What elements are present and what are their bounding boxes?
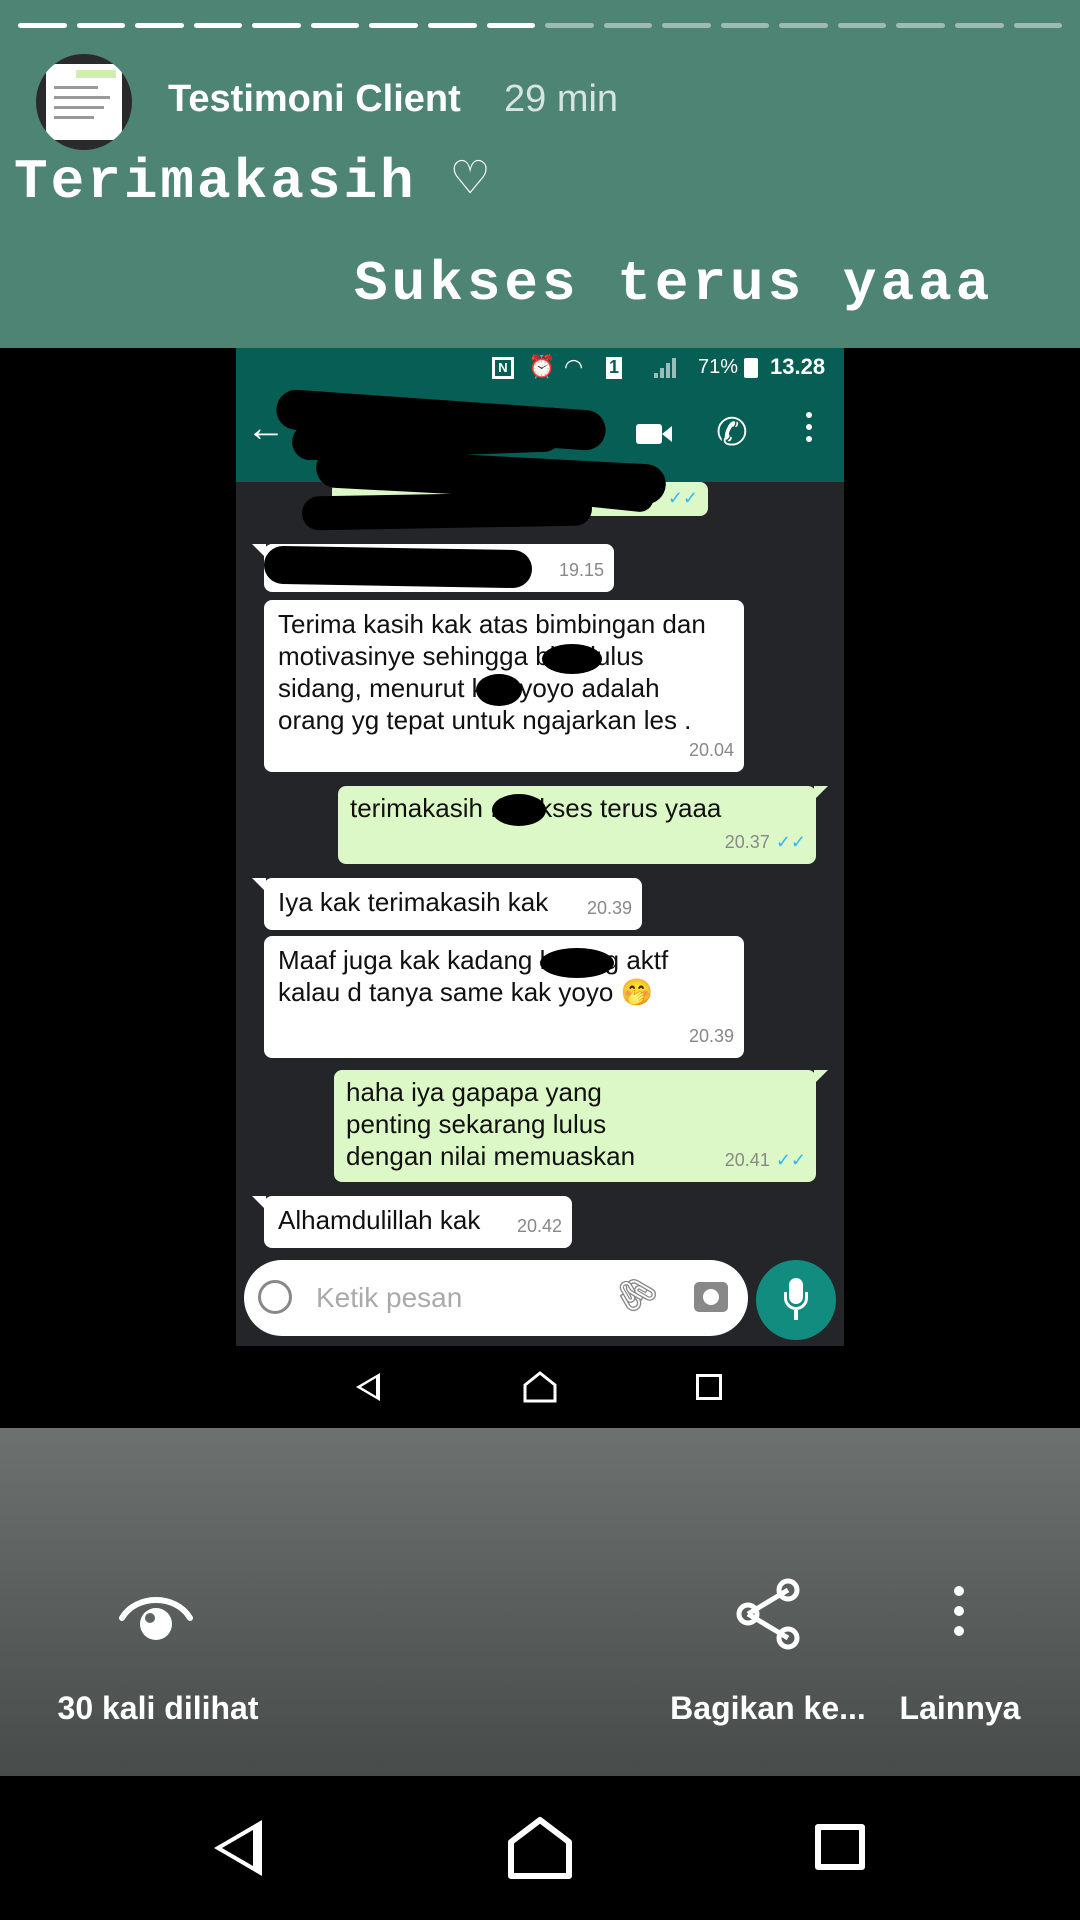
story-progress-segment: [662, 23, 711, 28]
message-time: 20.04: [688, 740, 734, 760]
nav-recents-button[interactable]: [805, 1812, 875, 1882]
chat-bubble-in: Maaf juga kak kadang kurang aktf kalau d…: [264, 936, 744, 1058]
redaction-scribble: [263, 545, 533, 589]
story-account-name[interactable]: Testimoni Client: [168, 78, 461, 121]
message-time: 20.39: [586, 898, 632, 918]
story-footer: 30 kali dilihat Bagikan ke... Lainnya: [0, 1428, 1080, 1776]
message-time: 20.39: [688, 1026, 734, 1046]
story-progress-segment: [252, 23, 301, 28]
read-ticks-icon: ✓✓: [775, 1150, 806, 1170]
story-progress-segment: [193, 23, 243, 28]
story-progress-segment: [896, 23, 945, 28]
views-count-label[interactable]: 30 kali dilihat: [40, 1690, 276, 1727]
nav-home-button[interactable]: [505, 1812, 575, 1882]
microphone-icon: [756, 1260, 836, 1340]
chat-bubble-out: terimakasih .. sukses terus yaaa 20.37✓✓: [338, 786, 828, 864]
nav-back-button[interactable]: [206, 1812, 276, 1882]
story-progress-segment: [486, 23, 536, 28]
message-input-bar: Ketik pesan 🖇: [244, 1260, 748, 1336]
home-icon: [508, 1817, 572, 1879]
phone-icon: ✆: [716, 412, 748, 454]
message-time: 20.42: [516, 1216, 562, 1236]
screenshot-status-bar: N ⏰ ◠ 1 71% 13.28: [236, 348, 844, 388]
redaction-blob: [542, 644, 602, 674]
chat-bubble-in: Terima kasih kak atas bimbingan dan moti…: [264, 600, 744, 772]
status-time: 13.28: [770, 354, 826, 379]
redaction-blob: [492, 794, 546, 826]
story-progress-segment: [545, 23, 594, 28]
message-text: Terima kasih kak atas bimbingan dan moti…: [278, 609, 706, 735]
recent-apps-icon: [815, 1824, 865, 1870]
message-time: 20.41: [724, 1150, 770, 1170]
menu-dots-icon: [806, 412, 812, 446]
chat-screenshot: N ⏰ ◠ 1 71% 13.28 ← ✆ ✓✓ 19.15 Terima ka…: [236, 348, 844, 1346]
story-time: 29 min: [504, 78, 619, 120]
emoji-icon: [258, 1280, 292, 1314]
more-options-icon[interactable]: [954, 1586, 964, 1646]
story-progress-bar: [18, 23, 1063, 28]
read-ticks-icon: ✓✓: [775, 832, 806, 852]
story-progress-segment: [603, 23, 653, 28]
redaction-blob: [476, 674, 522, 706]
message-text: Maaf juga kak kadang kurang aktf kalau d…: [278, 945, 669, 1007]
home-icon: [523, 1371, 557, 1403]
redaction-blob: [540, 948, 614, 978]
story-caption-line1: Terimakasih ♡: [14, 150, 490, 214]
story-progress-segment: [955, 23, 1004, 28]
story-progress-segment: [779, 23, 828, 28]
nfc-icon: N: [492, 357, 514, 379]
story-caption-line2: Sukses terus yaaa: [354, 252, 994, 316]
story-header: Testimoni Client 29 min Terimakasih ♡ Su…: [0, 0, 1080, 348]
message-input-placeholder: Ketik pesan: [316, 1282, 463, 1313]
share-button-label[interactable]: Bagikan ke...: [660, 1690, 876, 1727]
attachment-icon: 🖇: [606, 1265, 665, 1323]
message-time: 19.15: [558, 560, 604, 580]
story-progress-segment: [310, 23, 360, 28]
chat-bubble-out: haha iya gapapa yang penting sekarang lu…: [334, 1070, 828, 1182]
story-progress-segment: [369, 23, 418, 28]
read-ticks-icon: ✓✓: [667, 488, 698, 508]
system-nav-bar: [0, 1776, 1080, 1920]
message-text: Iya kak terimakasih kak: [278, 887, 549, 917]
camera-icon: [694, 1282, 728, 1312]
message-text: terimakasih .. sukses terus yaaa: [350, 793, 722, 823]
signal-icon: [654, 358, 678, 378]
battery-percent: 71%: [698, 356, 739, 378]
message-text: haha iya gapapa yang penting sekarang lu…: [346, 1077, 636, 1171]
more-options-label[interactable]: Lainnya: [890, 1690, 1030, 1727]
recent-apps-icon: [696, 1374, 722, 1400]
views-eye-icon[interactable]: [118, 1588, 194, 1650]
story-progress-segment: [837, 23, 887, 28]
wifi-icon: ◠: [564, 354, 584, 379]
story-progress-segment: [135, 23, 184, 28]
story-progress-segment: [1013, 23, 1063, 28]
chat-bubble-in: Alhamdulillah kak 20.42: [252, 1196, 572, 1248]
share-icon[interactable]: [734, 1578, 802, 1650]
story-progress-segment: [18, 23, 67, 28]
back-triangle-icon: [356, 1373, 380, 1401]
video-call-icon: [636, 424, 662, 444]
back-icon: [214, 1820, 262, 1876]
chat-bubble-in: Iya kak terimakasih kak 20.39: [252, 878, 642, 930]
story-progress-segment: [76, 23, 126, 28]
battery-icon: [744, 358, 758, 378]
alarm-icon: ⏰: [528, 354, 556, 379]
story-avatar[interactable]: [36, 54, 132, 150]
sim-icon: 1: [606, 357, 622, 379]
story-progress-segment: [720, 23, 770, 28]
message-time: 20.37: [724, 832, 770, 852]
screenshot-nav-bar: [236, 1346, 844, 1428]
story-progress-segment: [427, 23, 477, 28]
avatar-thumbnail: [46, 64, 122, 140]
